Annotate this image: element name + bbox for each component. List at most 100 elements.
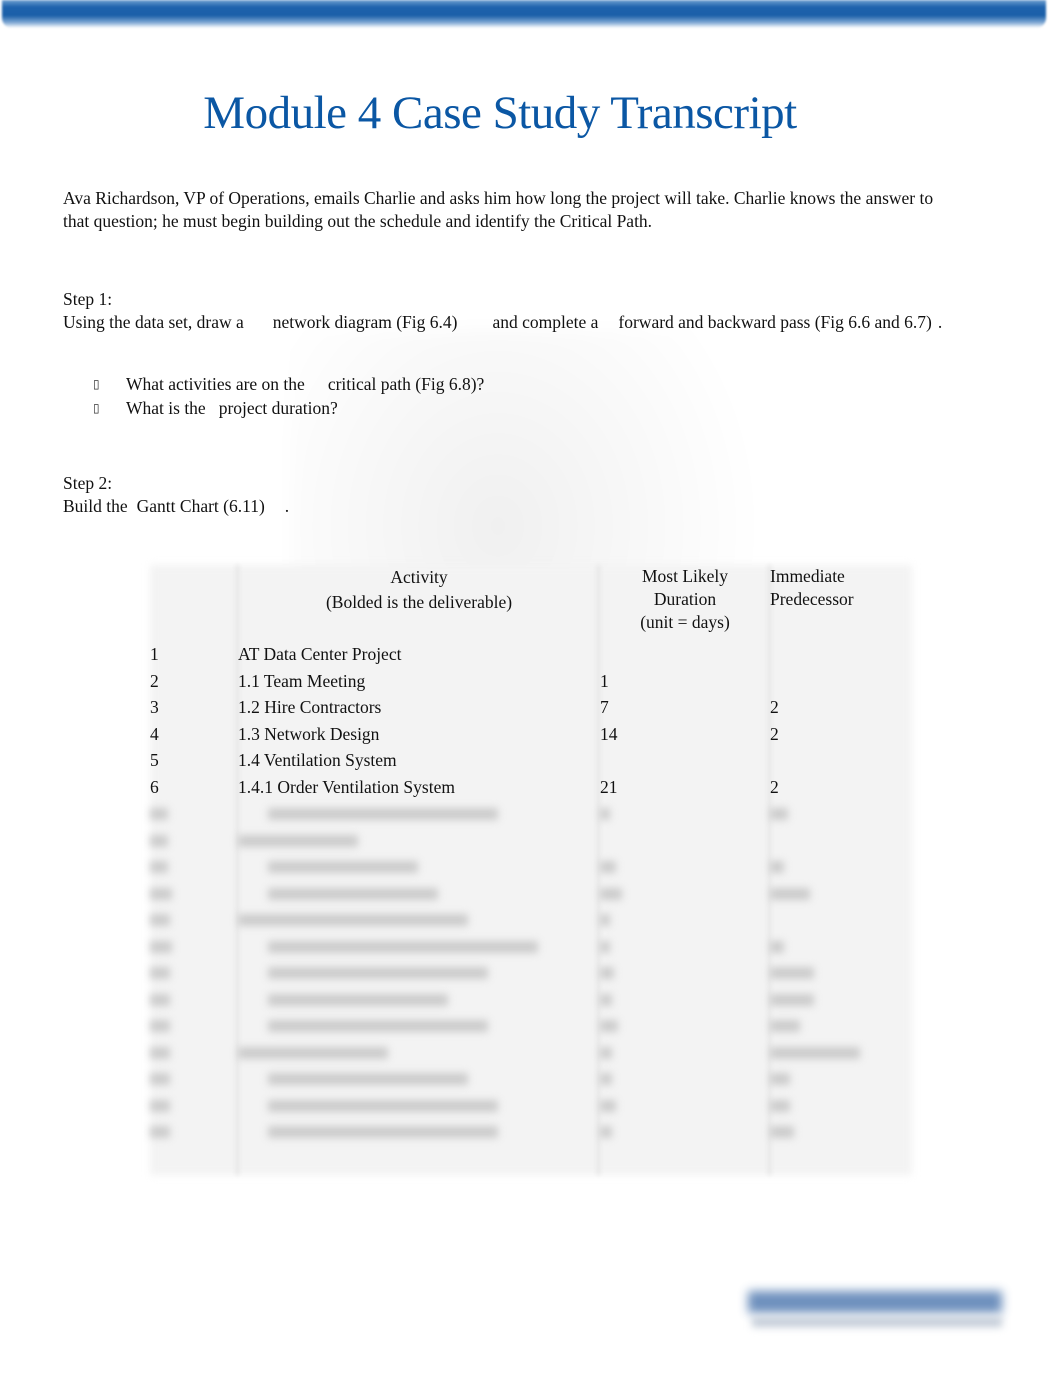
obscured-cell bbox=[238, 853, 600, 880]
duration-value: 1 bbox=[600, 670, 609, 691]
step-1-section: Step 1: Using the data set, draw a networ… bbox=[63, 288, 953, 334]
obscured-cell bbox=[150, 800, 238, 827]
predecessor-value bbox=[770, 668, 912, 695]
obscured-text bbox=[770, 1073, 790, 1085]
obscured-cell bbox=[770, 1039, 912, 1066]
bullet-icon: ▯ bbox=[93, 401, 100, 415]
obscured-cell bbox=[600, 1012, 770, 1039]
obscured-text bbox=[268, 861, 418, 873]
obscured-cell bbox=[770, 906, 912, 933]
obscured-text bbox=[268, 808, 498, 820]
question-item: ▯ What is the project duration? bbox=[93, 396, 484, 420]
obscured-text bbox=[150, 1046, 170, 1059]
obscured-cell bbox=[238, 880, 600, 907]
header-duration-line: Duration bbox=[653, 589, 717, 609]
obscured-table-row bbox=[150, 827, 912, 854]
project-duration-ref: project duration? bbox=[218, 398, 338, 418]
obscured-text bbox=[770, 808, 788, 820]
obscured-table-row bbox=[150, 906, 912, 933]
obscured-cell bbox=[150, 959, 238, 986]
obscured-cell bbox=[150, 1092, 238, 1119]
obscured-cell bbox=[238, 1065, 600, 1092]
obscured-text bbox=[150, 1126, 170, 1138]
obscured-text bbox=[150, 887, 172, 900]
obscured-cell bbox=[150, 827, 238, 854]
obscured-cell bbox=[770, 827, 912, 854]
obscured-text bbox=[238, 1046, 388, 1059]
question-text: What is the bbox=[126, 398, 206, 418]
obscured-table-row bbox=[150, 959, 912, 986]
obscured-cell bbox=[770, 853, 912, 880]
obscured-cell bbox=[770, 1012, 912, 1039]
obscured-cell bbox=[770, 880, 912, 907]
step-2-label: Step 2: bbox=[63, 473, 113, 493]
obscured-text bbox=[600, 1046, 612, 1059]
obscured-cell bbox=[238, 986, 600, 1013]
duration-value: 21 bbox=[600, 776, 618, 797]
obscured-text bbox=[268, 1126, 498, 1138]
obscured-table-row bbox=[150, 1092, 912, 1119]
step-1-text: . bbox=[937, 312, 943, 332]
obscured-text bbox=[600, 940, 610, 953]
row-number: 2 bbox=[150, 670, 159, 691]
obscured-table-row bbox=[150, 853, 912, 880]
step-2-instructions: Build the Gantt Chart (6.11). bbox=[63, 495, 289, 518]
table-row: 5 1.4 Ventilation System bbox=[150, 747, 912, 774]
obscured-text bbox=[238, 914, 468, 926]
obscured-cell bbox=[238, 1092, 600, 1119]
table-row: 1 AT Data Center Project bbox=[150, 641, 912, 668]
obscured-cell bbox=[150, 933, 238, 960]
obscured-cell bbox=[150, 906, 238, 933]
logo-tagline bbox=[752, 1317, 1002, 1327]
duration-value bbox=[600, 747, 770, 774]
obscured-table-row bbox=[150, 986, 912, 1013]
obscured-text bbox=[600, 993, 612, 1006]
obscured-cell bbox=[150, 1118, 238, 1145]
predecessor-value: 2 bbox=[770, 697, 779, 717]
obscured-text bbox=[600, 1099, 616, 1112]
obscured-cell bbox=[770, 1145, 912, 1172]
activity-table: Activity (Bolded is the deliverable) Mos… bbox=[150, 565, 912, 1175]
question-text: What activities are on the bbox=[126, 374, 305, 394]
activity-name: 1.1 Team Meeting bbox=[238, 670, 366, 691]
obscured-cell bbox=[600, 1092, 770, 1119]
row-number: 6 bbox=[150, 776, 159, 797]
obscured-cell bbox=[770, 800, 912, 827]
obscured-cell bbox=[238, 1118, 600, 1145]
duration-value: 7 bbox=[600, 697, 609, 717]
obscured-text bbox=[268, 1099, 498, 1112]
row-number: 5 bbox=[150, 750, 159, 770]
table-row: 6 1.4.1 Order Ventilation System 21 2 bbox=[150, 774, 912, 801]
obscured-cell bbox=[600, 906, 770, 933]
gantt-chart-ref: Gantt Chart (6.11) bbox=[136, 496, 265, 516]
obscured-table-row bbox=[150, 933, 912, 960]
obscured-cell bbox=[238, 800, 600, 827]
intro-paragraph: Ava Richardson, VP of Operations, emails… bbox=[63, 188, 934, 231]
step-2-text: . bbox=[284, 496, 290, 516]
step-2-text: Build the bbox=[63, 496, 128, 516]
obscured-cell bbox=[150, 1012, 238, 1039]
header-predecessor-line: Immediate bbox=[770, 566, 845, 586]
step-1-instructions: Using the data set, draw a network diagra… bbox=[63, 311, 953, 334]
step-1-questions: ▯ What activities are on the critical pat… bbox=[93, 372, 484, 420]
activity-name: 1.2 Hire Contractors bbox=[238, 697, 382, 717]
obscured-text bbox=[600, 887, 622, 900]
obscured-cell bbox=[770, 1065, 912, 1092]
obscured-cell bbox=[770, 1118, 912, 1145]
step-1-label: Step 1: bbox=[63, 289, 113, 309]
obscured-cell bbox=[150, 1039, 238, 1066]
header-duration-line: Most Likely bbox=[641, 566, 729, 586]
obscured-text bbox=[770, 1126, 794, 1138]
obscured-text bbox=[150, 808, 168, 820]
critical-path-ref: critical path (Fig 6.8)? bbox=[327, 374, 485, 394]
header-activity-line: Activity bbox=[390, 567, 448, 587]
obscured-cell bbox=[770, 933, 912, 960]
obscured-text bbox=[268, 993, 448, 1006]
obscured-text bbox=[770, 887, 810, 900]
obscured-table-row bbox=[150, 1039, 912, 1066]
obscured-text bbox=[268, 940, 538, 953]
table-row: 3 1.2 Hire Contractors 7 2 bbox=[150, 694, 912, 721]
obscured-text bbox=[150, 967, 170, 979]
obscured-cell bbox=[150, 1145, 238, 1172]
obscured-cell bbox=[600, 959, 770, 986]
